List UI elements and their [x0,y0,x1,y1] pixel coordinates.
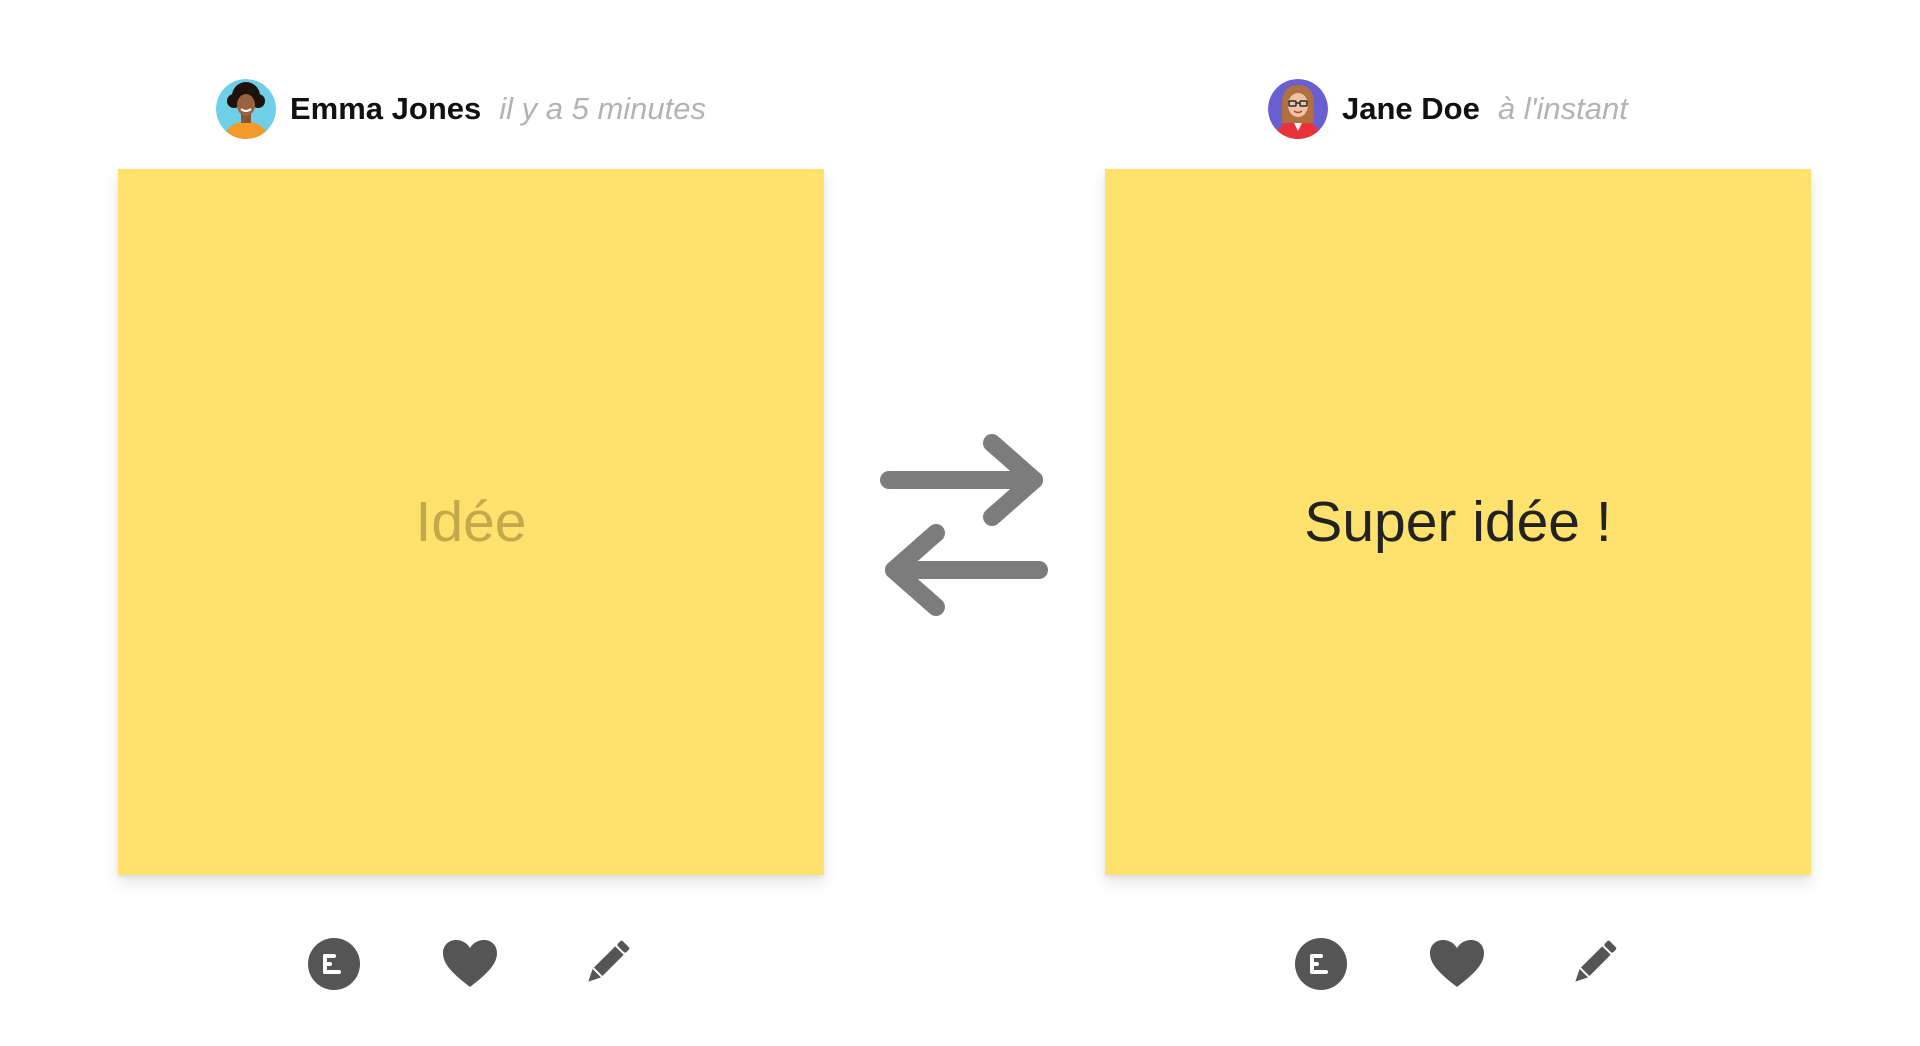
author-name: Emma Jones [290,91,482,126]
avatar[interactable] [1268,79,1328,139]
comment-button[interactable] [306,937,362,991]
timestamp: il y a 5 minutes [499,91,707,126]
sticky-card-left: Emma Jones il y a 5 minutes Idée [118,0,824,1046]
sticky-card-right: Jane Doe à l'instant Super idée ! [1105,0,1811,1046]
sticky-note[interactable]: Super idée ! [1105,169,1811,875]
edit-button[interactable] [578,937,634,991]
pencil-icon [1575,940,1617,982]
heart-icon [1430,940,1484,987]
comment-button[interactable] [1293,937,1349,991]
sticky-note-placeholder[interactable]: Idée [416,489,527,555]
author-name: Jane Doe [1342,91,1480,126]
pencil-icon [588,940,630,982]
author-header: Emma Jones il y a 5 minutes [216,78,706,140]
timestamp: à l'instant [1497,91,1628,126]
edit-button[interactable] [1565,937,1621,991]
comment-icon [308,938,360,990]
card-actions [1293,937,1633,991]
author-header: Jane Doe à l'instant [1268,78,1628,140]
sticky-note-text[interactable]: Super idée ! [1304,489,1611,555]
swap-arrows-icon [880,434,1048,616]
like-button[interactable] [442,937,498,991]
card-actions [306,937,646,991]
comment-icon [1295,938,1347,990]
avatar[interactable] [216,79,276,139]
heart-icon [443,940,497,987]
sticky-note[interactable]: Idée [118,169,824,875]
like-button[interactable] [1429,937,1485,991]
